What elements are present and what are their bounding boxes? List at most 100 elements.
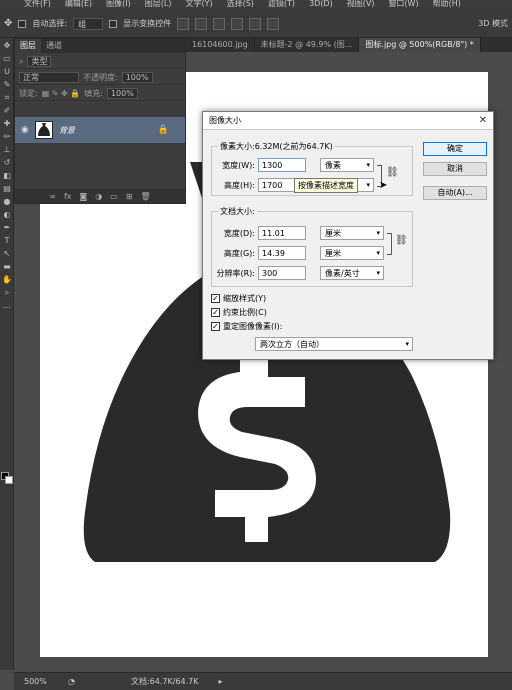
eyedropper-tool-icon[interactable]: ✐ <box>2 106 12 116</box>
path-select-tool-icon[interactable]: ↖ <box>2 249 12 259</box>
group-folder-icon[interactable]: ▭ <box>110 192 118 201</box>
resolution-field[interactable]: 300 <box>258 266 306 280</box>
zoom-level[interactable]: 500% <box>24 677 48 686</box>
move-tool-icon[interactable]: ✥ <box>2 41 12 51</box>
doc-height-row: 高度(G): 14.39 <box>213 246 306 260</box>
hand-tool-icon[interactable]: ✋ <box>2 275 12 285</box>
tab-channels[interactable]: 通道 <box>41 39 67 53</box>
constrain-row[interactable]: ✓ 约束比例(C) <box>211 307 267 318</box>
doc-height-unit-dropdown[interactable]: 厘米 ▾ <box>320 246 384 260</box>
close-icon[interactable]: ✕ <box>479 115 487 126</box>
ok-button[interactable]: 确定 <box>423 142 487 156</box>
dialog-title-bar: 图像大小 ✕ <box>203 112 493 130</box>
scale-styles-row[interactable]: ✓ 缩放样式(Y) <box>211 293 266 304</box>
scale-styles-checkbox[interactable]: ✓ <box>211 294 220 303</box>
background-color-swatch[interactable] <box>5 476 13 484</box>
layer-filter-dropdown[interactable]: 类型 <box>27 56 52 67</box>
menu-filter[interactable]: 滤镜(T) <box>268 0 295 10</box>
menu-type[interactable]: 文字(Y) <box>185 0 212 10</box>
layers-panel-tabs: 图层 通道 <box>15 39 185 53</box>
gradient-tool-icon[interactable]: ▤ <box>2 184 12 194</box>
layer-lock-icon: 🔒 <box>157 125 169 135</box>
more-tools-icon[interactable]: … <box>2 301 12 311</box>
auto-select-dropdown[interactable]: 组 <box>73 17 104 30</box>
eraser-tool-icon[interactable]: ◧ <box>2 171 12 181</box>
align-left-button[interactable] <box>231 17 244 30</box>
menu-layer[interactable]: 图层(L) <box>145 0 172 10</box>
status-arrow-icon[interactable]: ▸ <box>219 677 223 686</box>
opacity-field[interactable]: 100% <box>121 72 153 83</box>
chevron-down-icon: ▾ <box>366 181 370 189</box>
doc-height-field[interactable]: 14.39 <box>258 246 306 260</box>
brush-tool-icon[interactable]: ✏ <box>2 132 12 142</box>
delete-layer-icon[interactable]: 🗑 <box>141 192 151 201</box>
type-tool-icon[interactable]: T <box>2 236 12 246</box>
doc-height-label: 高度(G): <box>223 248 255 258</box>
cancel-button[interactable]: 取消 <box>423 162 487 176</box>
doc-width-unit-dropdown[interactable]: 厘米 ▾ <box>320 226 384 240</box>
fx-icon[interactable]: fx <box>64 192 72 201</box>
doc-tab-active[interactable]: 图标.jpg @ 500%(RGB/8") * <box>359 38 481 52</box>
pixel-width-unit-dropdown[interactable]: 像素 ▾ <box>320 158 374 172</box>
doc-tab-2[interactable]: 未标题-2 @ 49.9% (图... <box>255 38 360 52</box>
marquee-tool-icon[interactable]: ▭ <box>2 54 12 64</box>
align-middle-button[interactable] <box>195 17 208 30</box>
blend-mode-dropdown[interactable]: 正常 <box>19 72 79 83</box>
options-bar: ✥ 自动选择: 组 显示变换控件 3D 模式 <box>0 10 512 38</box>
layer-row-background[interactable]: ◉ 背景 🔒 <box>15 117 185 143</box>
auto-button[interactable]: 自动(A)... <box>423 186 487 200</box>
menu-bar: 文件(F) 编辑(E) 图像(I) 图层(L) 文字(Y) 选择(S) 滤镜(T… <box>0 0 512 10</box>
move-tool-icon[interactable]: ✥ <box>4 18 12 29</box>
history-brush-tool-icon[interactable]: ↺ <box>2 158 12 168</box>
menu-help[interactable]: 帮助(H) <box>433 0 461 10</box>
quick-select-tool-icon[interactable]: ✎ <box>2 80 12 90</box>
menu-view[interactable]: 视图(V) <box>347 0 375 10</box>
fill-field[interactable]: 100% <box>106 88 138 99</box>
show-transform-checkbox[interactable] <box>109 19 118 28</box>
pixel-width-row: 宽度(W): 1300 <box>213 158 306 172</box>
link-layers-icon[interactable]: ∞ <box>49 192 56 201</box>
fill-label: 填充: <box>84 89 103 98</box>
status-share-icon[interactable]: ◔ <box>68 677 75 686</box>
align-bottom-button[interactable] <box>213 17 226 30</box>
visibility-eye-icon[interactable]: ◉ <box>21 125 29 135</box>
resolution-unit-dropdown[interactable]: 像素/英寸 ▾ <box>320 266 384 280</box>
chain-link-icon: ⛓ <box>386 167 399 178</box>
resample-row[interactable]: ✓ 重定图像像素(I): <box>211 321 282 332</box>
align-center-button[interactable] <box>249 17 262 30</box>
clone-stamp-tool-icon[interactable]: ⊥ <box>2 145 12 155</box>
pen-tool-icon[interactable]: ✒ <box>2 223 12 233</box>
constrain-proportions-checkbox[interactable]: ✓ <box>211 308 220 317</box>
new-layer-icon[interactable]: ⊞ <box>126 192 133 201</box>
menu-3d[interactable]: 3D(D) <box>309 0 333 10</box>
resample-checkbox[interactable]: ✓ <box>211 322 220 331</box>
tooltip: 按像素描述宽度 <box>294 178 358 193</box>
pixel-width-field[interactable]: 1300 <box>258 158 306 172</box>
auto-select-checkbox[interactable] <box>18 19 27 28</box>
doc-tab-1[interactable]: 16104600.jpg <box>186 38 255 52</box>
align-right-button[interactable] <box>267 17 280 30</box>
resample-method-dropdown[interactable]: 两次立方（自动） ▾ <box>255 337 413 351</box>
zoom-tool-icon[interactable]: ⌕ <box>2 288 12 298</box>
blur-tool-icon[interactable]: ● <box>2 197 12 207</box>
dodge-tool-icon[interactable]: ◐ <box>2 210 12 220</box>
menu-edit[interactable]: 编辑(E) <box>65 0 92 10</box>
lock-icons[interactable]: ▦ ✎ ✥ 🔒 <box>42 89 81 98</box>
mask-icon[interactable]: ◙ <box>80 192 88 201</box>
align-top-button[interactable] <box>177 17 190 30</box>
doc-width-field[interactable]: 11.01 <box>258 226 306 240</box>
tab-layers[interactable]: 图层 <box>15 39 41 53</box>
resample-label: 重定图像像素(I): <box>223 322 283 331</box>
lasso-tool-icon[interactable]: ᑌ <box>2 67 12 77</box>
menu-file[interactable]: 文件(F) <box>24 0 51 10</box>
menu-image[interactable]: 图像(I) <box>106 0 131 10</box>
adjustment-icon[interactable]: ◑ <box>95 192 102 201</box>
document-tab-bar: 16104600.jpg 未标题-2 @ 49.9% (图... 图标.jpg … <box>186 38 512 52</box>
resample-method: 两次立方（自动） <box>260 340 324 349</box>
menu-window[interactable]: 窗口(W) <box>388 0 418 10</box>
menu-select[interactable]: 选择(S) <box>227 0 254 10</box>
shape-tool-icon[interactable]: ▬ <box>2 262 12 272</box>
crop-tool-icon[interactable]: ⌗ <box>2 93 12 103</box>
healing-tool-icon[interactable]: ✚ <box>2 119 12 129</box>
resolution-row: 分辨率(R): 300 <box>213 266 306 280</box>
